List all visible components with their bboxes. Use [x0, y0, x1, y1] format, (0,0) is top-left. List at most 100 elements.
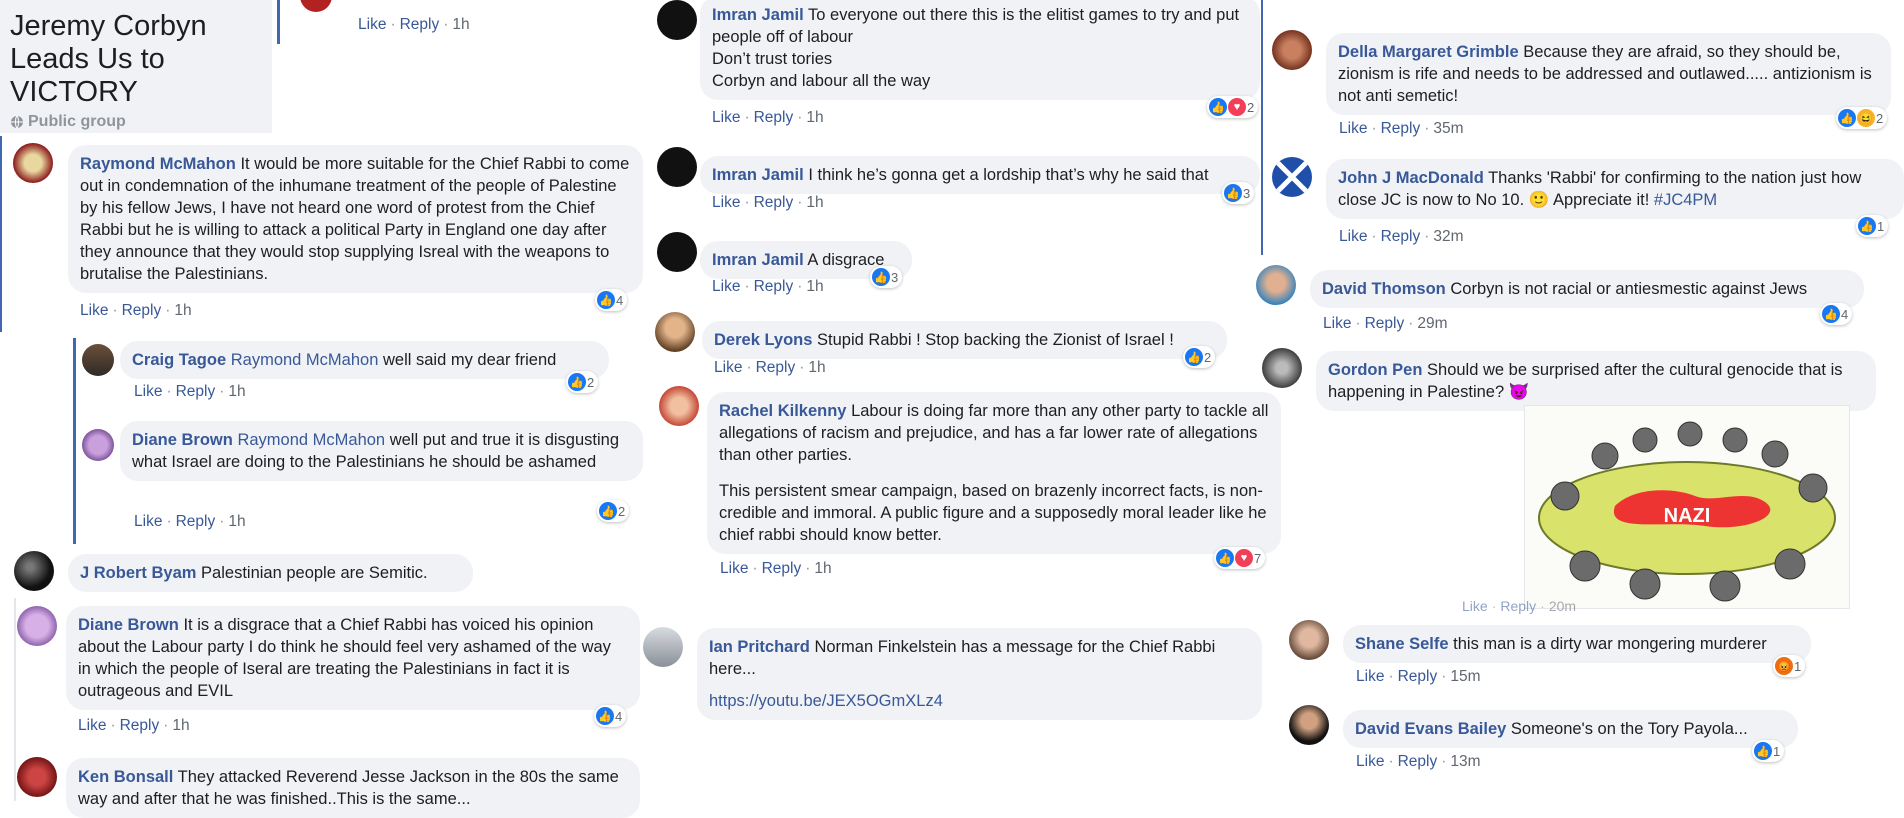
reply-button[interactable]: Reply — [176, 383, 216, 400]
reply-button[interactable]: Reply — [122, 302, 162, 319]
comment-author[interactable]: David Evans Bailey — [1355, 720, 1506, 738]
reaction-count[interactable]: 👍 2 — [1183, 346, 1216, 368]
comment-author[interactable]: Imran Jamil — [712, 6, 804, 24]
avatar[interactable] — [13, 143, 53, 183]
like-button[interactable]: Like — [1323, 315, 1351, 332]
avatar[interactable] — [82, 429, 114, 461]
comment-time[interactable]: 35m — [1433, 120, 1463, 137]
avatar[interactable] — [655, 312, 695, 352]
comment-author[interactable]: Derek Lyons — [714, 331, 812, 349]
comment-author[interactable]: Gordon Pen — [1328, 361, 1422, 379]
reply-button[interactable]: Reply — [756, 359, 796, 376]
like-button[interactable]: Like — [1339, 120, 1367, 137]
comment-time[interactable]: 1h — [452, 16, 469, 33]
avatar[interactable] — [1272, 157, 1312, 197]
avatar[interactable] — [657, 0, 697, 40]
comment-author[interactable]: Imran Jamil — [712, 251, 804, 269]
comment-time[interactable]: 1h — [806, 194, 823, 211]
reaction-count[interactable]: 👍 2 — [566, 371, 599, 393]
comment-time[interactable]: 1h — [814, 560, 831, 577]
reply-button[interactable]: Reply — [1381, 228, 1421, 245]
comment-time[interactable]: 13m — [1450, 753, 1480, 770]
comment-author[interactable]: Shane Selfe — [1355, 635, 1449, 653]
reply-button[interactable]: Reply — [1398, 668, 1438, 685]
avatar[interactable] — [657, 147, 697, 187]
comment-author[interactable]: Imran Jamil — [712, 166, 804, 184]
reaction-count[interactable]: 👍 ♥ 7 — [1214, 547, 1266, 569]
like-button[interactable]: Like — [1356, 668, 1384, 685]
avatar[interactable] — [657, 232, 697, 272]
reaction-count[interactable]: 👍 2 — [597, 500, 630, 522]
comment-author[interactable]: Ian Pritchard — [709, 638, 810, 656]
comment-time[interactable]: 29m — [1417, 315, 1447, 332]
reaction-count[interactable]: 👍 4 — [595, 289, 628, 311]
comment-author[interactable]: Della Margaret Grimble — [1338, 43, 1519, 61]
comment-time[interactable]: 1h — [806, 109, 823, 126]
reply-button[interactable]: Reply — [754, 278, 794, 295]
like-button[interactable]: Like — [714, 359, 742, 376]
comment-author[interactable]: Diane Brown — [78, 616, 179, 634]
comment-time[interactable]: 1h — [172, 717, 189, 734]
avatar[interactable] — [82, 344, 114, 376]
reaction-count[interactable]: 👍 1 — [1752, 740, 1785, 762]
reaction-count[interactable]: 👍 ♥ 2 — [1207, 96, 1259, 118]
reaction-count[interactable]: 😡 1 — [1773, 655, 1806, 677]
reaction-count[interactable]: 👍 4 — [1820, 303, 1853, 325]
like-button[interactable]: Like — [712, 194, 740, 211]
comment-time[interactable]: 1h — [806, 278, 823, 295]
comment-author[interactable]: John J MacDonald — [1338, 169, 1484, 187]
like-button[interactable]: Like — [358, 16, 386, 33]
avatar[interactable] — [17, 757, 57, 797]
meme-image[interactable]: NAZI — [1524, 405, 1850, 609]
avatar[interactable] — [1289, 705, 1329, 745]
avatar[interactable] — [643, 627, 683, 667]
comment-time[interactable]: 15m — [1450, 668, 1480, 685]
avatar[interactable] — [1289, 620, 1329, 660]
reply-button[interactable]: Reply — [762, 560, 802, 577]
reply-button[interactable]: Reply — [754, 109, 794, 126]
reply-button[interactable]: Reply — [1381, 120, 1421, 137]
like-button[interactable]: Like — [1339, 228, 1367, 245]
like-button[interactable]: Like — [712, 278, 740, 295]
comment-author[interactable]: Raymond McMahon — [80, 155, 236, 173]
reaction-count[interactable]: 👍 3 — [1222, 182, 1255, 204]
reply-button[interactable]: Reply — [754, 194, 794, 211]
reply-button[interactable]: Reply — [400, 16, 440, 33]
reaction-count[interactable]: 👍 1 — [1856, 215, 1889, 237]
comment-author[interactable]: Craig Tagoe — [132, 351, 226, 369]
reaction-count[interactable]: 👍 😆 2 — [1836, 107, 1888, 129]
reply-button[interactable]: Reply — [120, 717, 160, 734]
avatar[interactable] — [659, 386, 699, 426]
avatar[interactable] — [17, 606, 57, 646]
like-button[interactable]: Like — [712, 109, 740, 126]
comment-mention[interactable]: Raymond McMahon — [237, 431, 385, 449]
like-button[interactable]: Like — [134, 513, 162, 530]
reply-button[interactable]: Reply — [1398, 753, 1438, 770]
comment-time[interactable]: 20m — [1549, 598, 1576, 614]
like-button[interactable]: Like — [134, 383, 162, 400]
avatar[interactable] — [1262, 348, 1302, 388]
like-button[interactable]: Like — [1462, 598, 1488, 614]
comment-author[interactable]: Diane Brown — [132, 431, 233, 449]
reply-button[interactable]: Reply — [1365, 315, 1405, 332]
comment-time[interactable]: 1h — [228, 513, 245, 530]
like-button[interactable]: Like — [1356, 753, 1384, 770]
comment-author[interactable]: David Thomson — [1322, 280, 1446, 298]
avatar[interactable] — [300, 0, 332, 12]
reply-button[interactable]: Reply — [1500, 598, 1536, 614]
avatar[interactable] — [1256, 265, 1296, 305]
reaction-count[interactable]: 👍 4 — [594, 705, 627, 727]
comment-mention[interactable]: Raymond McMahon — [231, 351, 379, 369]
reply-button[interactable]: Reply — [176, 513, 216, 530]
like-button[interactable]: Like — [720, 560, 748, 577]
comment-time[interactable]: 1h — [228, 383, 245, 400]
comment-author[interactable]: Ken Bonsall — [78, 768, 173, 786]
avatar[interactable] — [14, 551, 54, 591]
avatar[interactable] — [1272, 30, 1312, 70]
comment-author[interactable]: Rachel Kilkenny — [719, 402, 846, 420]
comment-time[interactable]: 1h — [808, 359, 825, 376]
like-button[interactable]: Like — [78, 717, 106, 734]
comment-time[interactable]: 32m — [1433, 228, 1463, 245]
comment-author[interactable]: J Robert Byam — [80, 564, 196, 582]
like-button[interactable]: Like — [80, 302, 108, 319]
